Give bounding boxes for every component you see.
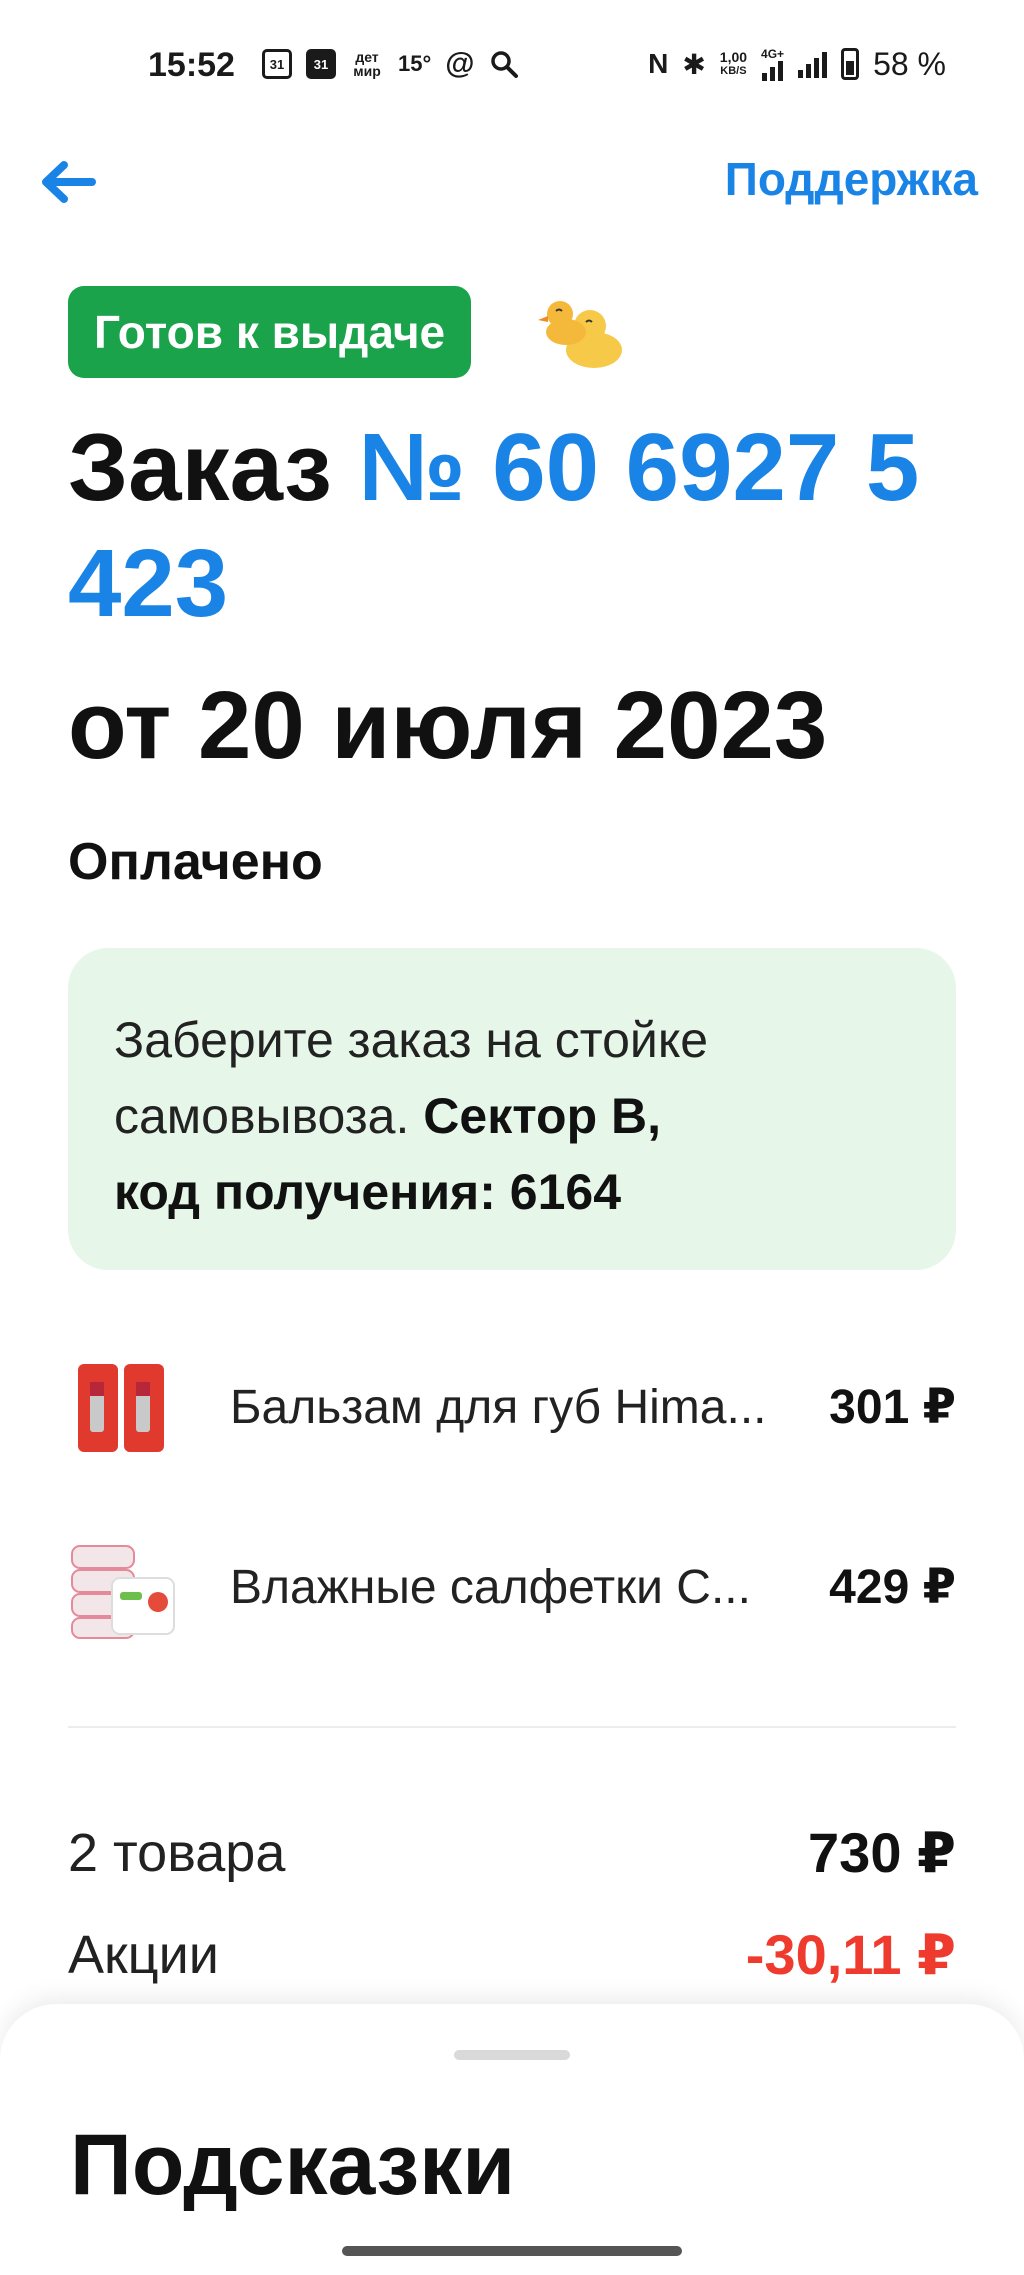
detmir-app-icon: дет мир — [353, 49, 381, 79]
summary-items-row: 2 товара 730 ₽ — [68, 1820, 956, 1886]
item-thumbnail-wet-wipes — [68, 1532, 178, 1642]
search-icon — [489, 48, 519, 80]
calendar-filled-icon: 31 — [306, 49, 336, 79]
item-name: Бальзам для губ Hima... — [230, 1380, 767, 1434]
pickup-info-box: Заберите заказ на стойке самовывоза. Сек… — [68, 948, 956, 1270]
item-price: 301 ₽ — [829, 1381, 956, 1434]
order-date: от 20 июля 2023 — [68, 672, 828, 779]
battery-percent: 58 % — [873, 45, 946, 82]
ducks-emoji-icon — [536, 292, 626, 372]
temperature-label: 15° — [398, 51, 432, 76]
order-item[interactable]: Влажные салфетки С... 429 ₽ — [68, 1522, 956, 1652]
home-indicator[interactable] — [342, 2246, 682, 2256]
order-status-badge: Готов к выдаче — [68, 286, 472, 378]
tips-bottom-sheet[interactable]: Подсказки — [0, 2004, 1024, 2275]
at-icon: @ — [445, 47, 475, 80]
item-thumbnail-lip-balm — [68, 1352, 178, 1462]
order-title-prefix: Заказ — [68, 414, 332, 521]
divider — [68, 1726, 956, 1728]
order-title: Заказ № 60 6927 5 423 — [68, 410, 988, 642]
item-price: 429 ₽ — [829, 1561, 956, 1614]
back-button[interactable] — [36, 150, 100, 214]
promo-discount: -30,11 ₽ — [745, 1923, 956, 1986]
calendar-icon: 31 — [262, 49, 292, 79]
support-link[interactable]: Поддержка — [725, 152, 978, 206]
network-type-icon: 4G+ — [761, 47, 784, 81]
pickup-sector: Сектор B, — [423, 1088, 662, 1144]
battery-icon — [841, 48, 860, 80]
status-time: 15:52 — [148, 46, 235, 84]
order-item[interactable]: Бальзам для губ Hima... 301 ₽ — [68, 1342, 956, 1472]
network-speed: 1,00 KB/S — [719, 49, 748, 77]
summary-promo-row: Акции -30,11 ₽ — [68, 1922, 956, 1988]
arrow-left-icon — [42, 161, 96, 203]
bluetooth-icon: ✱ — [682, 48, 706, 80]
item-name: Влажные салфетки С... — [230, 1560, 751, 1614]
nfc-icon: N — [648, 48, 669, 79]
payment-status: Оплачено — [68, 833, 323, 891]
sheet-drag-handle[interactable] — [454, 2050, 570, 2060]
signal-icon — [798, 50, 828, 78]
items-count-label: 2 товара — [68, 1823, 286, 1883]
promo-label: Акции — [68, 1925, 219, 1985]
status-bar: 15:52 31 31 дет мир 15° @ N ✱ 1,00 KB/S … — [0, 0, 1024, 136]
items-total: 730 ₽ — [808, 1821, 956, 1884]
sheet-title: Подсказки — [70, 2117, 516, 2213]
pickup-code: код получения: 6164 — [114, 1164, 622, 1220]
